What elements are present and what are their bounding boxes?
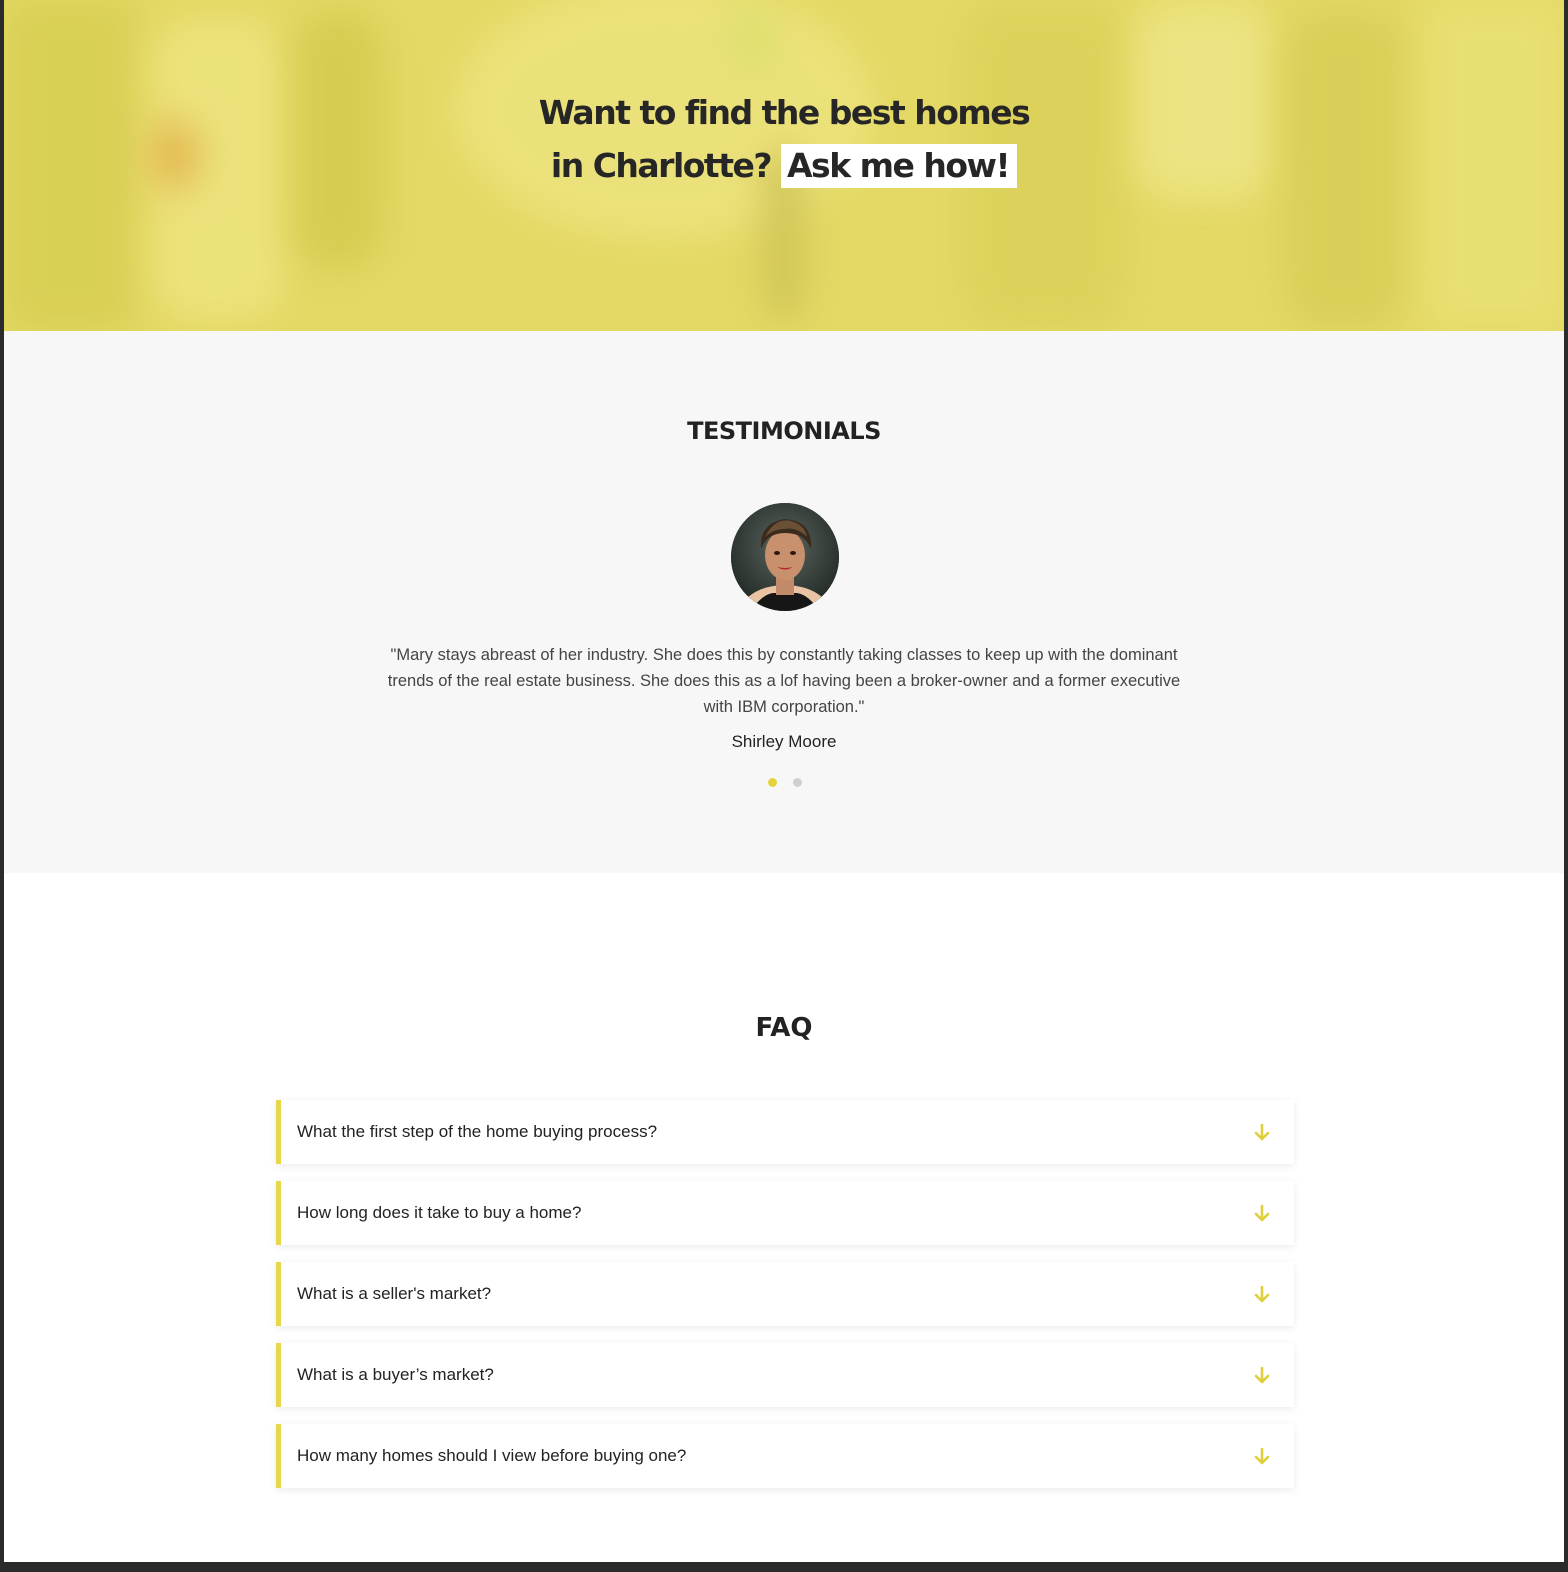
faq-question: What is a seller's market? <box>297 1284 492 1303</box>
faq-question: What the first step of the home buying p… <box>297 1122 658 1141</box>
testimonial-author: Shirley Moore <box>731 732 837 751</box>
faq-item[interactable]: How long does it take to buy a home? <box>276 1181 1294 1245</box>
page: Want to find the best homes in Charlotte… <box>4 0 1564 1562</box>
faq-question: What is a buyer’s market? <box>297 1365 494 1384</box>
arrow-down-icon <box>1254 1367 1270 1384</box>
testimonial-avatar <box>731 503 839 611</box>
faq-question: How many homes should I view before buyi… <box>297 1446 687 1465</box>
hero-title-line1: Want to find the best homes <box>538 93 1031 132</box>
testimonials-section: TESTIMONIALS "Mary stays abreast of her … <box>4 331 1564 873</box>
hero-banner: Want to find the best homes in Charlotte… <box>4 0 1564 331</box>
faq-question: How long does it take to buy a home? <box>297 1203 582 1222</box>
testimonial-quote: "Mary stays abreast of her industry. She… <box>387 646 1181 716</box>
slider-dot-2[interactable] <box>793 778 802 787</box>
avatar-portrait-image <box>731 503 839 611</box>
hero-background-shape <box>739 10 765 70</box>
slider-dot-1[interactable] <box>768 778 777 787</box>
faq-heading: FAQ <box>755 1013 813 1043</box>
hero-title-highlight: Ask me how! <box>781 144 1018 188</box>
faq-section: FAQ What the first step of the home buyi… <box>4 873 1564 1562</box>
faq-item[interactable]: How many homes should I view before buyi… <box>276 1424 1294 1488</box>
hero-title: Want to find the best homes in Charlotte… <box>4 86 1564 192</box>
testimonials-heading: TESTIMONIALS <box>687 417 881 445</box>
arrow-down-icon <box>1254 1205 1270 1222</box>
hero-title-line2: in Charlotte? <box>550 146 773 185</box>
arrow-down-icon <box>1254 1286 1270 1303</box>
faq-item[interactable]: What is a buyer’s market? <box>276 1343 1294 1407</box>
arrow-down-icon <box>1254 1448 1270 1465</box>
arrow-down-icon <box>1254 1124 1270 1141</box>
faq-item[interactable]: What the first step of the home buying p… <box>276 1100 1294 1164</box>
faq-item[interactable]: What is a seller's market? <box>276 1262 1294 1326</box>
